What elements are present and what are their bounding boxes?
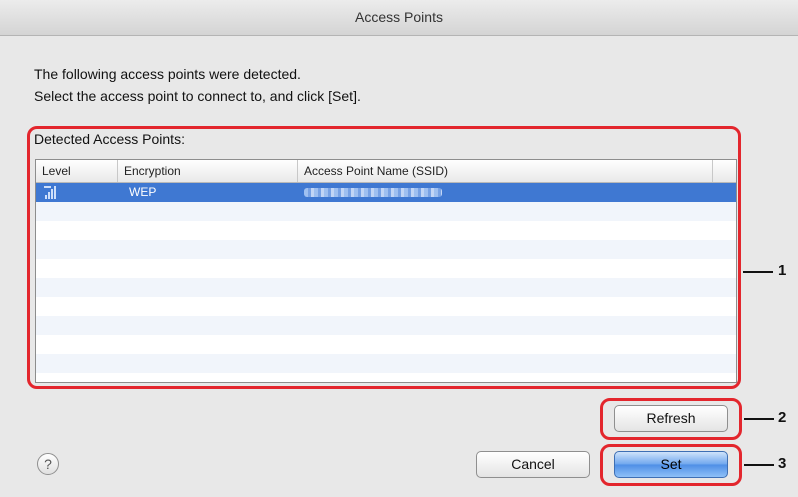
instructions-text: The following access points were detecte… — [34, 63, 361, 107]
help-button[interactable]: ? — [37, 453, 59, 475]
annotation-leader-2 — [744, 418, 774, 420]
instructions-line-2: Select the access point to connect to, a… — [34, 88, 361, 104]
annotation-number-3: 3 — [778, 455, 787, 472]
set-button[interactable]: Set — [614, 451, 728, 478]
annotation-leader-1 — [743, 271, 773, 273]
annotation-number-2: 2 — [778, 409, 787, 426]
window-titlebar: Access Points — [0, 0, 798, 36]
cancel-button[interactable]: Cancel — [476, 451, 590, 478]
window-title: Access Points — [355, 9, 443, 25]
annotation-box-table — [27, 126, 741, 389]
instructions-line-1: The following access points were detecte… — [34, 66, 301, 82]
help-icon: ? — [44, 456, 52, 472]
refresh-button[interactable]: Refresh — [614, 405, 728, 432]
annotation-leader-3 — [744, 464, 774, 466]
annotation-number-1: 1 — [778, 262, 787, 279]
